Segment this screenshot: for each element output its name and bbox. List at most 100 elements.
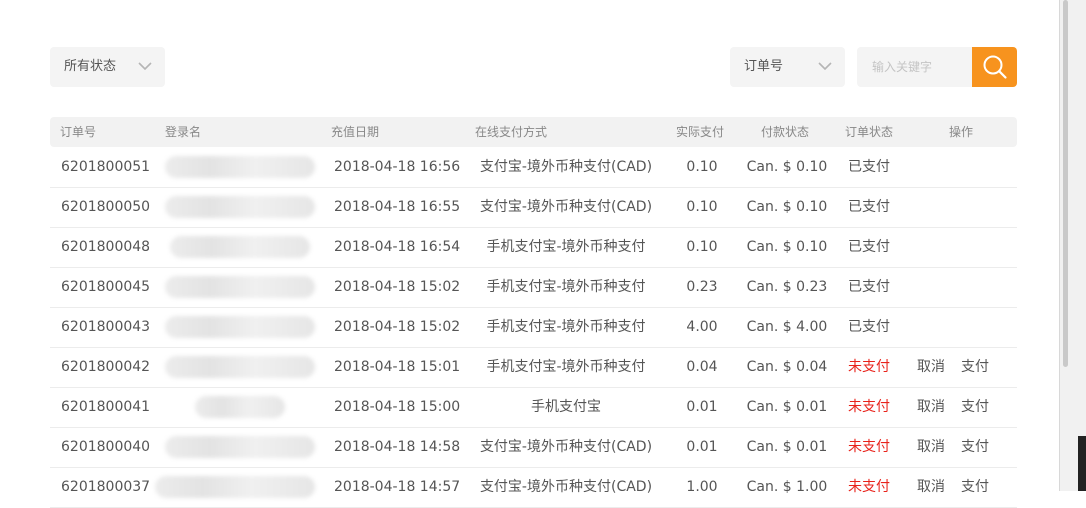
login-name-blurred (165, 316, 315, 338)
payment-method: 手机支付宝-境外币种支付 (486, 239, 646, 255)
order-id: 6201800048 (61, 239, 151, 255)
header-payment-method: 在线支付方式 (475, 125, 548, 139)
header-actions: 操作 (949, 125, 974, 139)
order-id: 6201800037 (61, 479, 151, 495)
order-status: 未支付 (848, 359, 890, 375)
payment-method: 手机支付宝-境外币种支付 (486, 319, 646, 335)
payment-method: 手机支付宝 (531, 399, 601, 415)
recharge-date: 2018-04-18 14:57 (334, 479, 461, 495)
cancel-order-link[interactable]: 取消 (917, 467, 945, 507)
order-status: 未支付 (848, 439, 890, 455)
status-filter-label: 所有状态 (64, 59, 117, 74)
chevron-down-icon (818, 62, 832, 71)
header-actual-payment: 实际支付 (676, 125, 725, 139)
order-status: 未支付 (848, 399, 890, 415)
recharge-date: 2018-04-18 15:00 (334, 399, 461, 415)
table-header: 订单号 登录名 充值日期 在线支付方式 实际支付 付款状态 订单状态 操作 (50, 117, 1017, 147)
login-name-blurred (165, 356, 315, 378)
search-button[interactable] (972, 47, 1017, 87)
order-id: 6201800050 (61, 199, 151, 215)
order-id: 6201800043 (61, 319, 151, 335)
payment-method: 手机支付宝-境外币种支付 (486, 359, 646, 375)
login-name-blurred (165, 196, 315, 218)
payment-status: Can. $ 0.04 (746, 359, 828, 375)
cancel-order-link[interactable]: 取消 (917, 387, 945, 427)
pay-order-link[interactable]: 支付 (961, 387, 989, 427)
login-name-blurred (165, 396, 315, 418)
search-field-label: 订单号 (744, 59, 784, 74)
pay-order-link[interactable]: 支付 (961, 467, 989, 507)
payment-status: Can. $ 0.10 (746, 159, 828, 175)
header-order-id: 订单号 (60, 125, 97, 139)
order-status: 已支付 (848, 199, 890, 215)
status-filter-select[interactable]: 所有状态 (50, 47, 165, 87)
payment-method: 支付宝-境外币种支付(CAD) (479, 199, 653, 215)
table-row: 6201800050 2018-04-18 16:55 支付宝-境外币种支付(C… (50, 187, 1017, 228)
order-id: 6201800041 (61, 399, 151, 415)
search-input[interactable] (857, 47, 972, 87)
actual-payment: 4.00 (686, 319, 718, 335)
payment-status: Can. $ 0.01 (746, 439, 828, 455)
scrollbar-thumb[interactable] (1063, 0, 1068, 367)
header-recharge-date: 充值日期 (331, 125, 380, 139)
recharge-date: 2018-04-18 15:02 (334, 279, 461, 295)
pay-order-link[interactable]: 支付 (961, 427, 989, 467)
table-row: 6201800043 2018-04-18 15:02 手机支付宝-境外币种支付… (50, 307, 1017, 348)
payment-method: 支付宝-境外币种支付(CAD) (479, 439, 653, 455)
order-id: 6201800040 (61, 439, 151, 455)
chevron-down-icon (138, 62, 152, 71)
actual-payment: 0.01 (686, 439, 718, 455)
actual-payment: 0.10 (686, 199, 718, 215)
order-id: 6201800051 (61, 159, 151, 175)
search-field-select[interactable]: 订单号 (730, 47, 845, 87)
cancel-order-link[interactable]: 取消 (917, 347, 945, 387)
payment-status: Can. $ 0.23 (746, 279, 828, 295)
payment-status: Can. $ 0.01 (746, 399, 828, 415)
login-name-blurred (155, 476, 315, 498)
window-edge (1078, 436, 1086, 491)
order-status: 已支付 (848, 319, 890, 335)
order-status: 未支付 (848, 479, 890, 495)
order-id: 6201800045 (61, 279, 151, 295)
payment-status: Can. $ 4.00 (746, 319, 828, 335)
recharge-date: 2018-04-18 16:56 (334, 159, 461, 175)
table-row: 6201800037 2018-04-18 14:57 支付宝-境外币种支付(C… (50, 467, 1017, 508)
payment-status: Can. $ 1.00 (746, 479, 828, 495)
login-name-blurred (165, 436, 315, 458)
table-row: 6201800048 2018-04-18 16:54 手机支付宝-境外币种支付… (50, 227, 1017, 268)
order-id: 6201800042 (61, 359, 151, 375)
header-payment-status: 付款状态 (761, 125, 810, 139)
actual-payment: 0.01 (686, 399, 718, 415)
order-status: 已支付 (848, 279, 890, 295)
login-name-blurred (165, 156, 315, 178)
actual-payment: 0.04 (686, 359, 718, 375)
table-row: 6201800041 2018-04-18 15:00 手机支付宝 0.01 C… (50, 387, 1017, 428)
actual-payment: 0.23 (686, 279, 718, 295)
recharge-date: 2018-04-18 15:02 (334, 319, 461, 335)
login-name-blurred (165, 276, 315, 298)
payment-status: Can. $ 0.10 (746, 239, 828, 255)
cancel-order-link[interactable]: 取消 (917, 427, 945, 467)
login-name-blurred (165, 236, 315, 258)
pay-order-link[interactable]: 支付 (961, 347, 989, 387)
actual-payment: 0.10 (686, 159, 718, 175)
table-row: 6201800042 2018-04-18 15:01 手机支付宝-境外币种支付… (50, 347, 1017, 388)
table-row: 6201800040 2018-04-18 14:58 支付宝-境外币种支付(C… (50, 427, 1017, 468)
order-status: 已支付 (848, 239, 890, 255)
table-row: 6201800051 2018-04-18 16:56 支付宝-境外币种支付(C… (50, 147, 1017, 188)
payment-status: Can. $ 0.10 (746, 199, 828, 215)
recharge-date: 2018-04-18 16:55 (334, 199, 461, 215)
header-login-name: 登录名 (165, 125, 202, 139)
actual-payment: 0.10 (686, 239, 718, 255)
order-status: 已支付 (848, 159, 890, 175)
search-icon (983, 55, 1007, 79)
recharge-date: 2018-04-18 16:54 (334, 239, 461, 255)
payment-method: 手机支付宝-境外币种支付 (486, 279, 646, 295)
payment-method: 支付宝-境外币种支付(CAD) (479, 479, 653, 495)
actual-payment: 1.00 (686, 479, 718, 495)
recharge-date: 2018-04-18 14:58 (334, 439, 461, 455)
header-order-status: 订单状态 (845, 125, 894, 139)
payment-method: 支付宝-境外币种支付(CAD) (479, 159, 653, 175)
recharge-date: 2018-04-18 15:01 (334, 359, 461, 375)
table-row: 6201800045 2018-04-18 15:02 手机支付宝-境外币种支付… (50, 267, 1017, 308)
